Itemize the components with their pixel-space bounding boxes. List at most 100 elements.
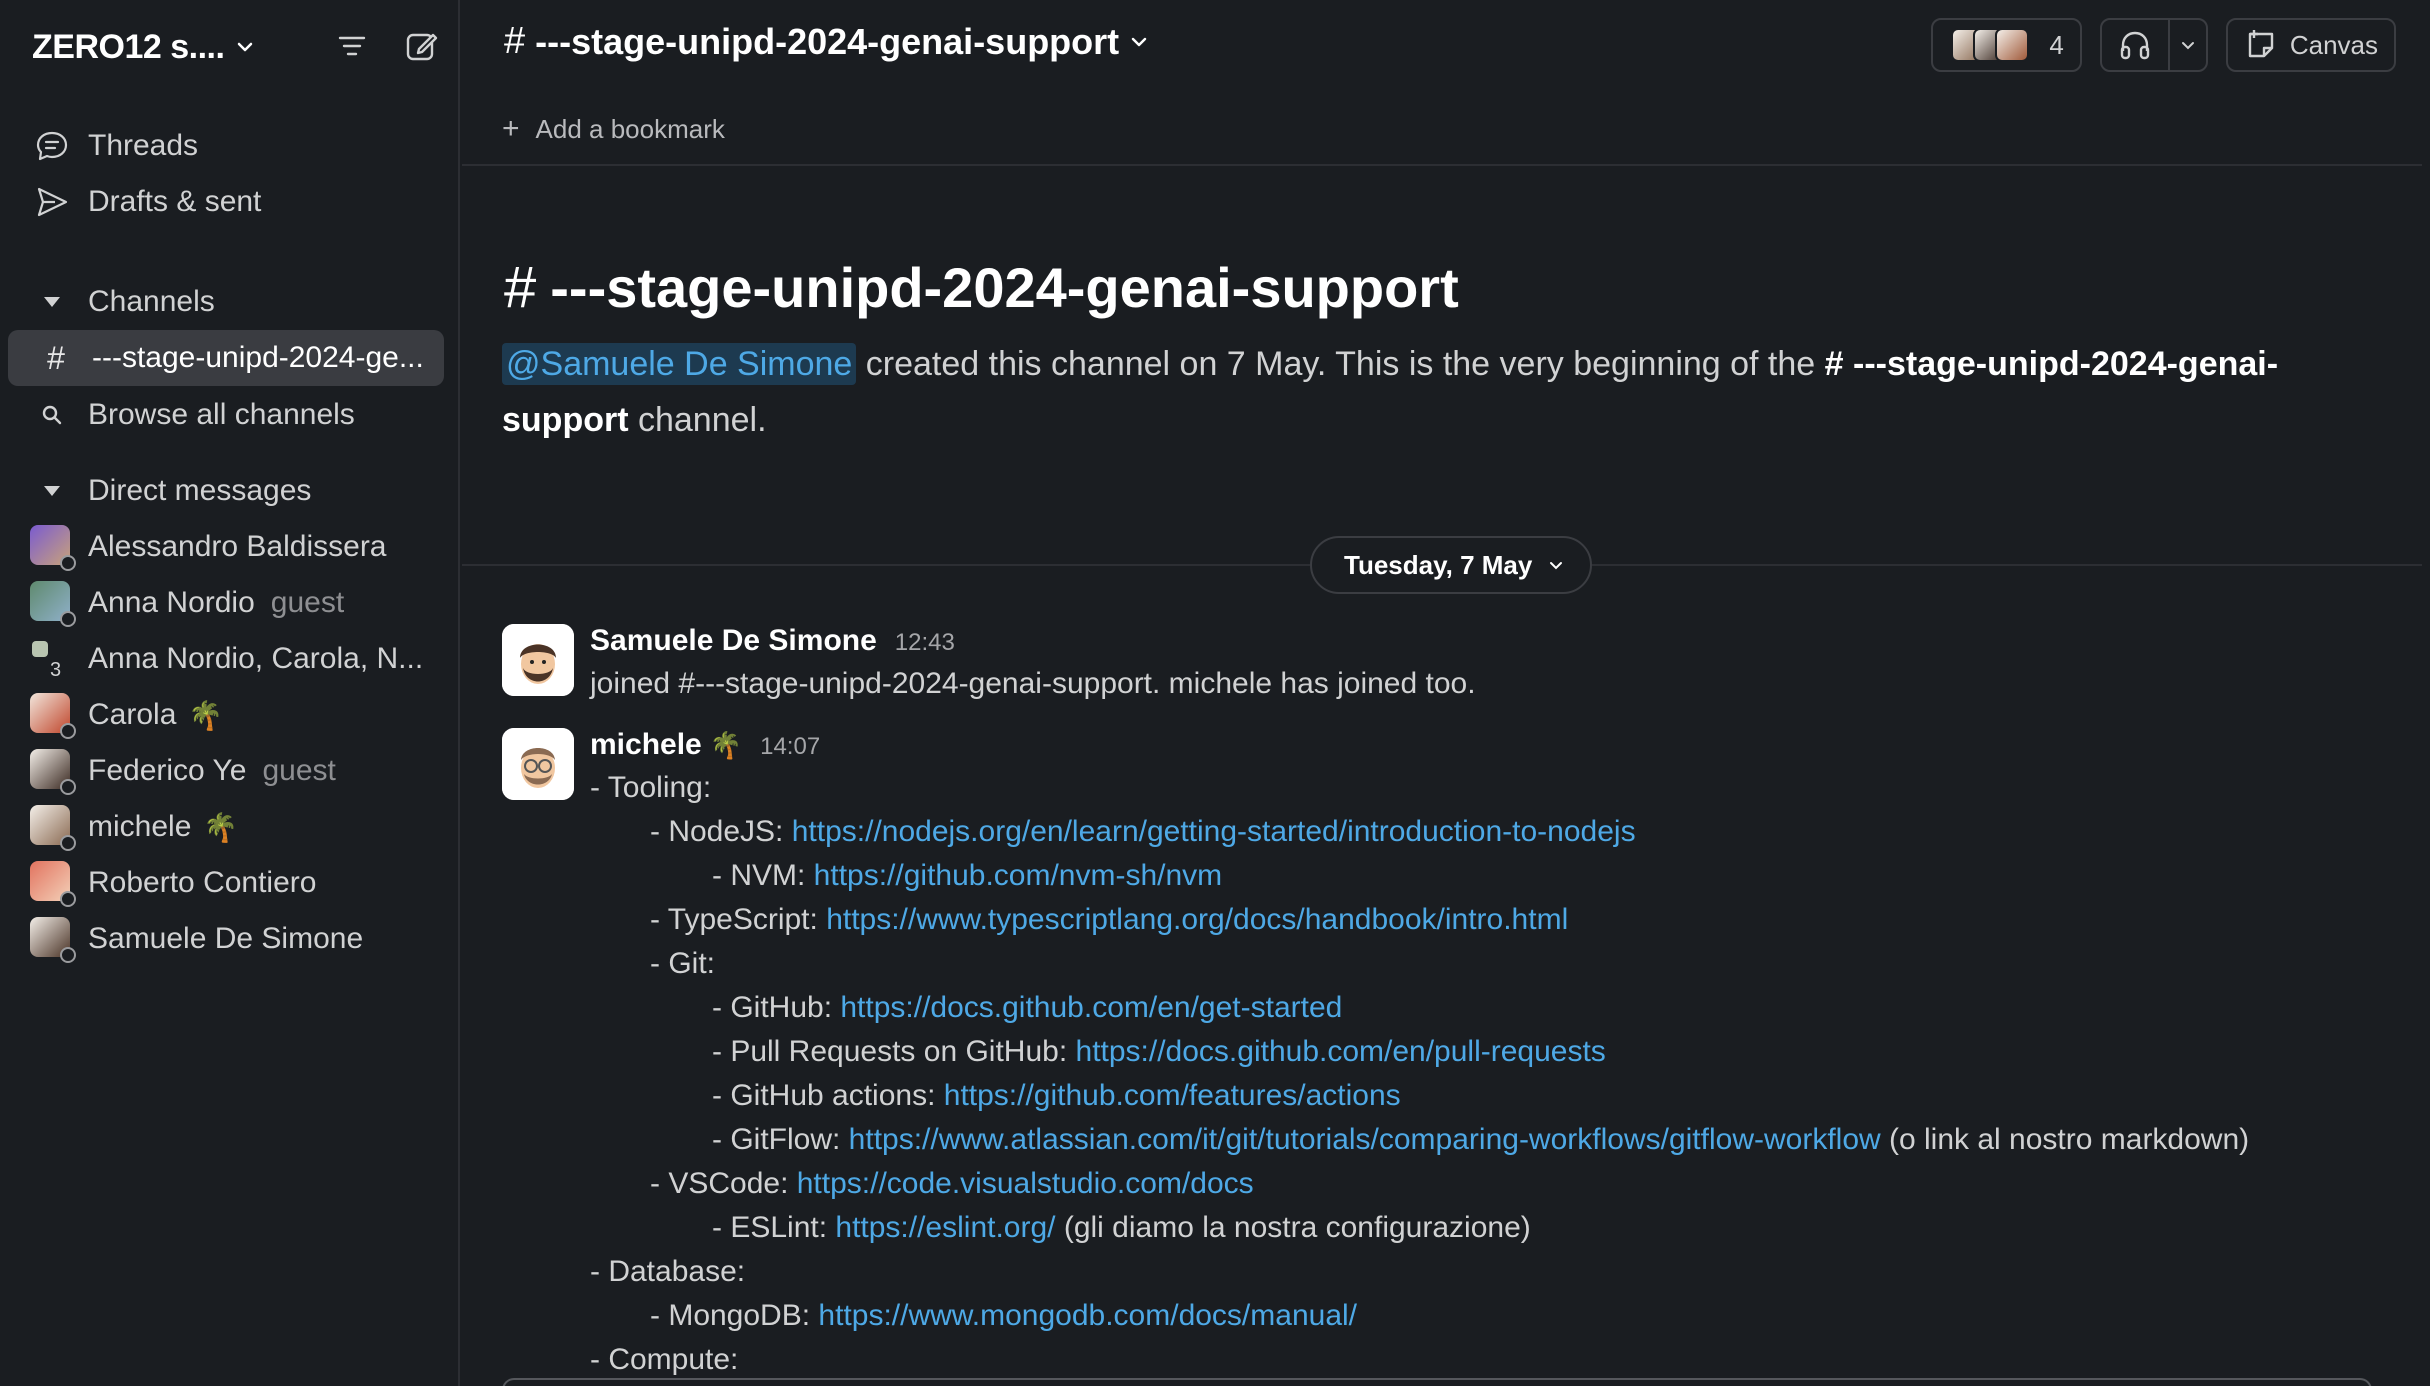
link[interactable]: https://eslint.org/ bbox=[835, 1211, 1055, 1244]
filter-icon[interactable] bbox=[332, 26, 372, 66]
message-line: - GitHub actions: https://github.com/fea… bbox=[712, 1079, 1401, 1112]
link[interactable]: https://nodejs.org/en/learn/getting-star… bbox=[792, 815, 1636, 848]
send-icon bbox=[32, 182, 72, 222]
link[interactable]: https://docs.github.com/en/get-started bbox=[840, 991, 1342, 1024]
chevron-down-icon bbox=[1131, 37, 1147, 46]
member-avatar bbox=[1995, 28, 2030, 62]
guest-tag: guest bbox=[262, 754, 336, 787]
avatar bbox=[30, 749, 76, 795]
message-line: - VSCode: https://code.visualstudio.com/… bbox=[650, 1167, 1254, 1200]
channels-section-header[interactable]: Channels bbox=[32, 277, 215, 327]
message-line: - NVM: https://github.com/nvm-sh/nvm bbox=[712, 859, 1223, 892]
compose-icon[interactable] bbox=[402, 26, 442, 66]
huddle-button[interactable] bbox=[2099, 18, 2208, 72]
message-author[interactable]: Samuele De Simone bbox=[590, 624, 877, 658]
date-divider-button[interactable]: Tuesday, 7 May bbox=[1310, 536, 1593, 594]
channel-header: # ---stage-unipd-2024-genai-support 4 Ca… bbox=[462, 0, 2430, 92]
link[interactable]: https://www.typescriptlang.org/docs/hand… bbox=[826, 903, 1568, 936]
dm-item[interactable]: Samuele De Simone bbox=[30, 913, 363, 965]
avatar bbox=[30, 917, 76, 963]
members-button[interactable]: 4 bbox=[1931, 18, 2082, 72]
dm-name: Anna Nordio, Carola, N... bbox=[88, 642, 424, 675]
add-bookmark-label: Add a bookmark bbox=[535, 113, 725, 144]
dm-item[interactable]: Roberto Contiero bbox=[30, 857, 316, 909]
canvas-button[interactable]: Canvas bbox=[2225, 18, 2396, 72]
chevron-down-icon[interactable] bbox=[2167, 20, 2206, 70]
plus-icon: + bbox=[502, 112, 520, 145]
sidebar-item-label: ---stage-unipd-2024-ge... bbox=[92, 341, 424, 374]
dm-name: Samuele De Simone bbox=[88, 922, 364, 955]
dm-item[interactable]: Alessandro Baldissera bbox=[30, 521, 387, 573]
link[interactable]: https://www.mongodb.com/docs/manual/ bbox=[818, 1299, 1357, 1332]
channels-header-label: Channels bbox=[88, 285, 215, 318]
avatar bbox=[30, 581, 76, 627]
message: Samuele De Simone 12:43 joined #---stage… bbox=[502, 624, 2302, 724]
group-count: 3 bbox=[50, 659, 62, 681]
headphones-icon[interactable] bbox=[2102, 20, 2168, 70]
dm-name: Roberto Contiero bbox=[88, 866, 317, 899]
intro-text-a: created this channel on 7 May. This is t… bbox=[856, 345, 1825, 383]
dm-item-group[interactable]: 3 Anna Nordio, Carola, N... bbox=[30, 633, 423, 685]
sidebar-item-channel-active[interactable]: # ---stage-unipd-2024-ge... bbox=[8, 330, 444, 386]
sidebar-item-drafts[interactable]: Drafts & sent bbox=[32, 176, 261, 228]
date-label: Tuesday, 7 May bbox=[1344, 549, 1533, 580]
add-bookmark-button[interactable]: + Add a bookmark bbox=[502, 112, 725, 146]
hash-icon: # bbox=[504, 255, 537, 320]
dm-name: Carola bbox=[88, 698, 177, 731]
workspace-header[interactable]: ZERO12 s.... bbox=[32, 22, 442, 72]
dm-item[interactable]: Federico Ye guest bbox=[30, 745, 336, 797]
avatar[interactable] bbox=[502, 624, 574, 696]
palm-tree-icon: 🌴 bbox=[709, 730, 743, 760]
avatar[interactable] bbox=[502, 728, 574, 800]
threads-icon bbox=[32, 126, 72, 166]
channel-title-button[interactable]: # ---stage-unipd-2024-genai-support bbox=[504, 20, 1149, 63]
message-header: michele 🌴 14:07 bbox=[590, 728, 820, 762]
caret-down-icon[interactable] bbox=[32, 295, 72, 309]
message-line: - MongoDB: https://www.mongodb.com/docs/… bbox=[650, 1299, 1357, 1332]
message-composer[interactable] bbox=[502, 1378, 2372, 1386]
channel-name: ---stage-unipd-2024-genai-support bbox=[535, 20, 1120, 62]
dm-item[interactable]: Carola 🌴 bbox=[30, 689, 223, 741]
dm-name: Alessandro Baldissera bbox=[88, 530, 387, 563]
canvas-label: Canvas bbox=[2289, 29, 2378, 60]
member-count: 4 bbox=[2049, 29, 2064, 60]
channel-view: # ---stage-unipd-2024-genai-support 4 Ca… bbox=[462, 0, 2430, 1386]
message-line: - GitFlow: https://www.atlassian.com/it/… bbox=[712, 1123, 2250, 1156]
message-author[interactable]: michele bbox=[590, 728, 702, 762]
dm-item[interactable]: michele 🌴 bbox=[30, 801, 238, 853]
dm-name: Anna Nordio bbox=[88, 586, 255, 619]
link[interactable]: https://github.com/nvm-sh/nvm bbox=[814, 859, 1223, 892]
message-timestamp[interactable]: 14:07 bbox=[760, 733, 820, 761]
dm-item[interactable]: Anna Nordio guest bbox=[30, 577, 344, 629]
user-mention[interactable]: @Samuele De Simone bbox=[502, 343, 857, 385]
sidebar-item-browse-channels[interactable]: Browse all channels bbox=[32, 389, 355, 441]
channel-intro-title: # ---stage-unipd-2024-genai-support bbox=[504, 254, 1459, 321]
divider bbox=[462, 164, 2422, 166]
intro-text-b: channel. bbox=[628, 401, 767, 439]
caret-down-icon[interactable] bbox=[32, 484, 72, 498]
message-line: - Pull Requests on GitHub: https://docs.… bbox=[712, 1035, 1606, 1068]
message-timestamp[interactable]: 12:43 bbox=[895, 629, 955, 657]
link[interactable]: https://code.visualstudio.com/docs bbox=[797, 1167, 1254, 1200]
workspace-name[interactable]: ZERO12 s.... bbox=[32, 28, 225, 67]
link[interactable]: https://github.com/features/actions bbox=[944, 1079, 1401, 1112]
dm-header-label: Direct messages bbox=[88, 474, 312, 507]
message-line: - Git: bbox=[650, 947, 715, 980]
chevron-down-icon[interactable] bbox=[234, 36, 256, 58]
intro-channel-name: ---stage-unipd-2024-genai-support bbox=[550, 256, 1459, 319]
message-line: - Database: bbox=[590, 1255, 746, 1288]
sidebar-item-label: Browse all channels bbox=[88, 398, 355, 431]
sidebar-item-label: Drafts & sent bbox=[88, 185, 262, 218]
link[interactable]: https://docs.github.com/en/pull-requests bbox=[1076, 1035, 1606, 1068]
palm-tree-icon: 🌴 bbox=[188, 699, 224, 731]
guest-tag: guest bbox=[270, 586, 345, 619]
dm-section-header[interactable]: Direct messages bbox=[32, 466, 311, 516]
message-body: joined #---stage-unipd-2024-genai-suppor… bbox=[590, 667, 1476, 700]
link[interactable]: https://www.atlassian.com/it/git/tutoria… bbox=[849, 1123, 1881, 1156]
sidebar-item-label: Threads bbox=[88, 129, 199, 162]
hash-icon: # bbox=[47, 339, 65, 376]
message-line: - TypeScript: https://www.typescriptlang… bbox=[650, 903, 1569, 936]
message: michele 🌴 14:07 - Tooling: - NodeJS: htt… bbox=[502, 728, 2362, 1386]
channel-intro-text: @Samuele De Simone created this channel … bbox=[502, 336, 2382, 448]
sidebar-item-threads[interactable]: Threads bbox=[32, 120, 198, 172]
